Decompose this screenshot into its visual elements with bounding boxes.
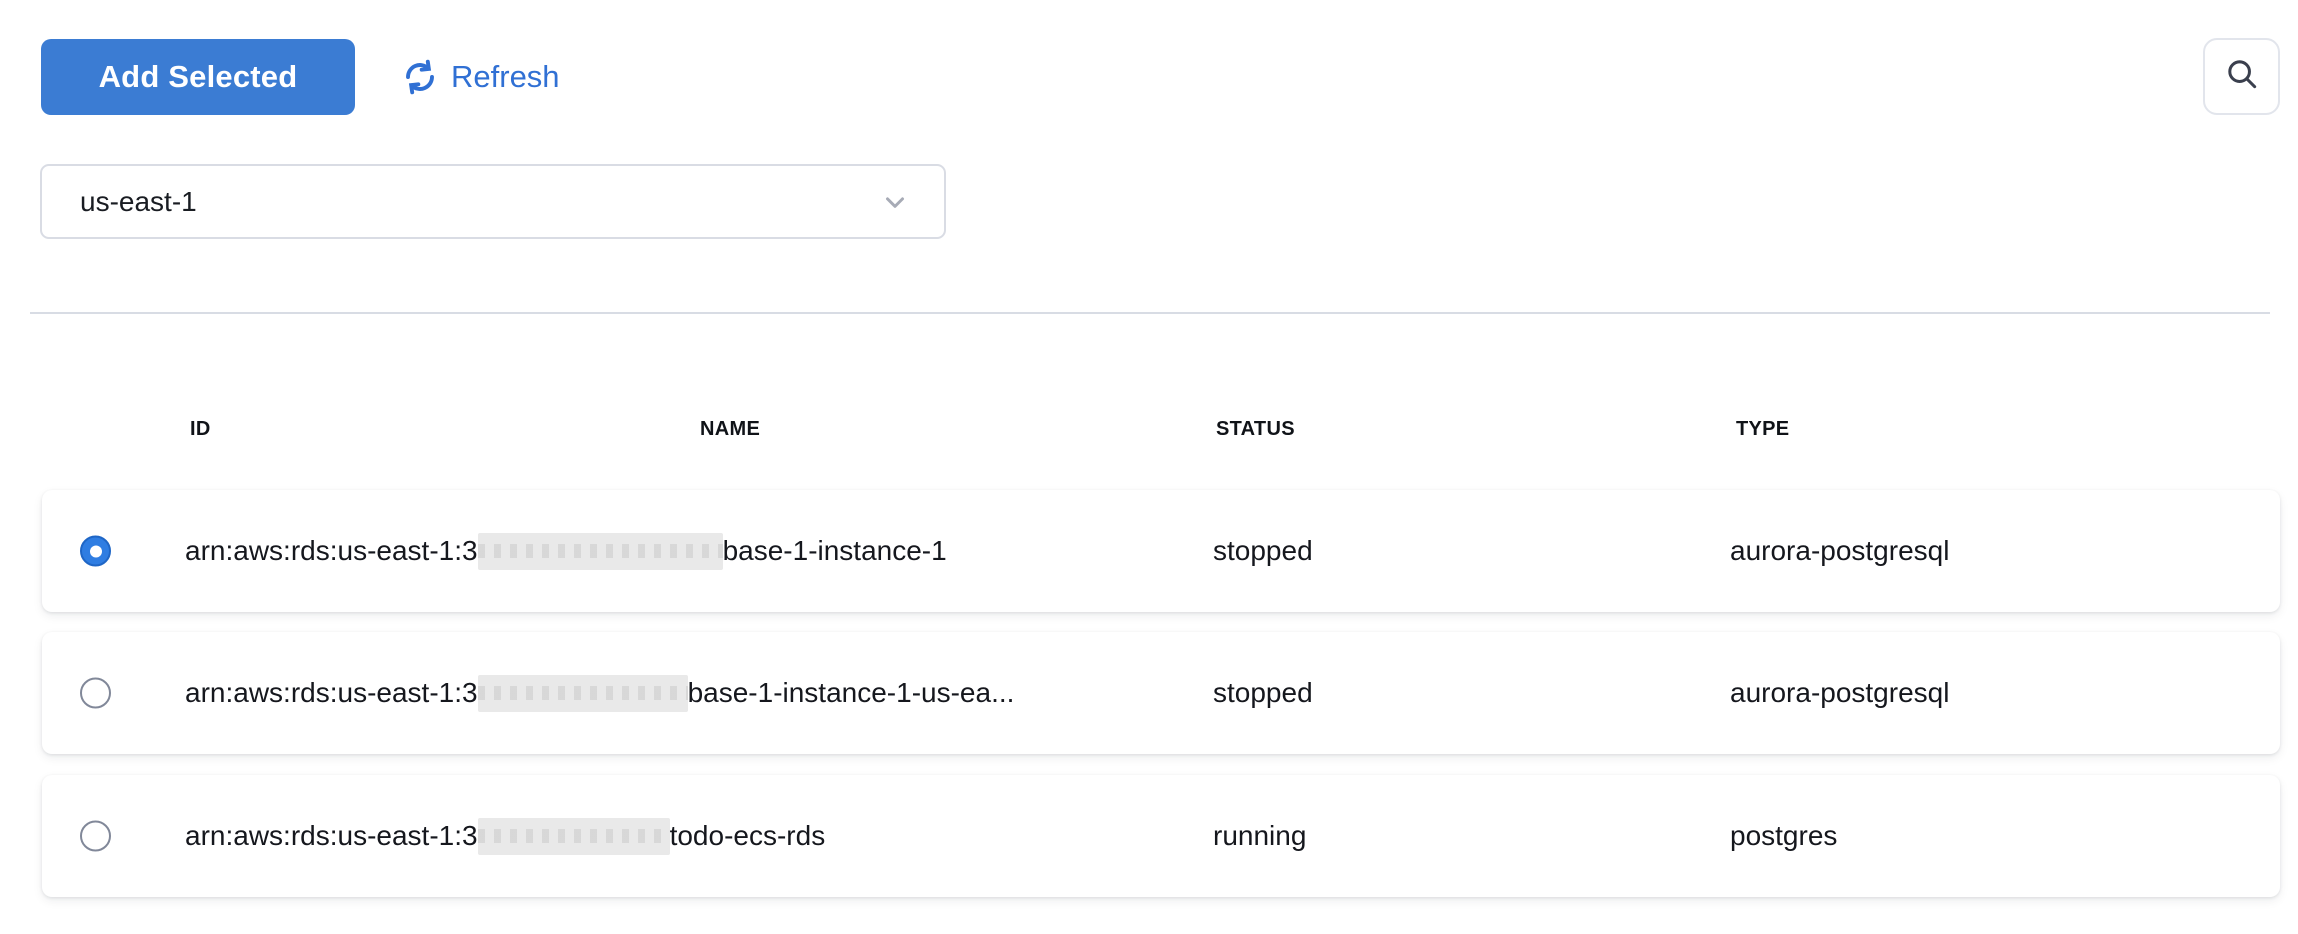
row-radio-button[interactable] <box>80 536 111 567</box>
cell-id: arn:aws:rds:us-east-1:3base-1-instance-1… <box>185 632 1014 754</box>
redacted-account-id <box>478 675 688 712</box>
search-button[interactable] <box>2203 38 2280 115</box>
region-select[interactable]: us-east-1 <box>40 164 946 239</box>
add-selected-button[interactable]: Add Selected <box>41 39 355 115</box>
cell-status: running <box>1213 775 1306 897</box>
refresh-label: Refresh <box>451 59 560 95</box>
redacted-account-id <box>478 533 723 570</box>
table-row[interactable]: arn:aws:rds:us-east-1:3base-1-instance-1… <box>42 490 2280 612</box>
table-row[interactable]: arn:aws:rds:us-east-1:3todo-ecs-rds runn… <box>42 775 2280 897</box>
section-divider <box>30 312 2270 314</box>
column-header-id: ID <box>190 418 211 441</box>
table-row[interactable]: arn:aws:rds:us-east-1:3base-1-instance-1… <box>42 632 2280 754</box>
redacted-account-id <box>478 818 670 855</box>
cell-id: arn:aws:rds:us-east-1:3todo-ecs-rds <box>185 775 825 897</box>
search-icon <box>2223 55 2261 98</box>
column-header-name: NAME <box>700 418 760 441</box>
cell-type: postgres <box>1730 775 1837 897</box>
region-select-value: us-east-1 <box>80 186 880 218</box>
column-header-type: TYPE <box>1736 418 1789 441</box>
instance-selector-page: Add Selected Refresh us-east-1 <box>0 0 2298 934</box>
column-header-status: STATUS <box>1216 418 1295 441</box>
row-radio-button[interactable] <box>80 821 111 852</box>
row-radio-button[interactable] <box>80 678 111 709</box>
cell-type: aurora-postgresql <box>1730 632 1949 754</box>
cell-status: stopped <box>1213 632 1313 754</box>
cell-status: stopped <box>1213 490 1313 612</box>
refresh-button[interactable]: Refresh <box>402 39 560 115</box>
cell-id: arn:aws:rds:us-east-1:3base-1-instance-1 <box>185 490 947 612</box>
chevron-down-icon <box>880 187 910 217</box>
refresh-icon <box>402 59 438 95</box>
table-header: ID NAME STATUS TYPE <box>0 418 2298 450</box>
cell-type: aurora-postgresql <box>1730 490 1949 612</box>
